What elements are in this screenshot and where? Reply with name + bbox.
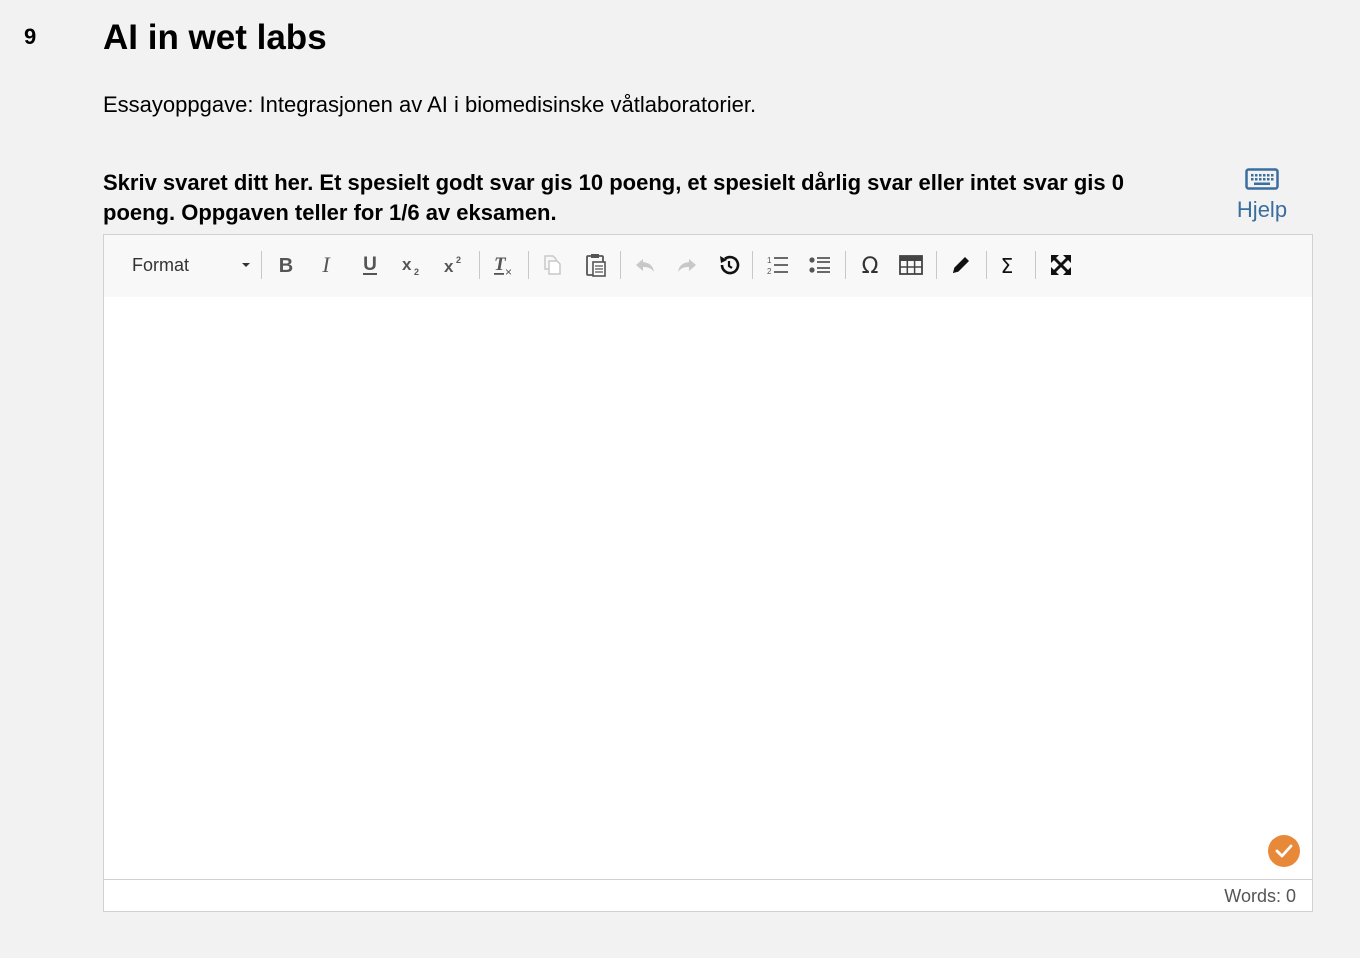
restore-button[interactable] (714, 250, 744, 280)
special-character-button[interactable]: Ω (855, 250, 885, 280)
paste-icon (586, 254, 606, 277)
question-number: 9 (24, 24, 37, 49)
bold-button[interactable]: B (272, 250, 300, 280)
superscript-icon: x2 (444, 255, 461, 276)
toolbar-separator (479, 251, 480, 279)
svg-text:×: × (505, 265, 512, 278)
superscript-button[interactable]: x2 (440, 250, 468, 280)
underline-icon: U (363, 254, 377, 275)
sigma-icon: Σ (1001, 254, 1014, 277)
svg-text:2: 2 (767, 267, 772, 276)
format-label: Format (132, 254, 190, 275)
redo-icon (678, 259, 696, 272)
undo-button[interactable] (630, 250, 660, 280)
toolbar-separator (1035, 251, 1036, 279)
maximize-button[interactable] (1046, 250, 1076, 280)
history-icon (720, 255, 740, 275)
editor-status-bar: Words: 0 (104, 879, 1312, 911)
toolbar-separator (936, 251, 937, 279)
format-dropdown[interactable]: Format (124, 250, 254, 280)
paste-button[interactable] (582, 250, 610, 280)
editor-content-area[interactable] (104, 297, 1312, 879)
draw-button[interactable] (946, 250, 976, 280)
remove-format-icon: T × (494, 254, 512, 278)
help-button[interactable]: Hjelp (1232, 168, 1292, 223)
subscript-icon: x2 (402, 255, 419, 277)
italic-icon: I (321, 254, 331, 276)
maximize-icon (1051, 255, 1071, 275)
svg-text:2: 2 (414, 267, 419, 277)
bold-icon: B (279, 255, 293, 276)
pencil-icon (953, 257, 969, 273)
toolbar-separator (528, 251, 529, 279)
svg-text:Ω: Ω (862, 254, 879, 278)
question-description: Essayoppgave: Integrasjonen av AI i biom… (103, 92, 757, 117)
bulleted-list-icon (809, 257, 830, 273)
redo-button[interactable] (672, 250, 702, 280)
toolbar-separator (986, 251, 987, 279)
svg-text:Σ: Σ (1001, 254, 1014, 277)
omega-icon: Ω (862, 254, 879, 278)
chevron-down-icon (242, 263, 250, 267)
bulleted-list-button[interactable] (806, 250, 834, 280)
toolbar-separator (845, 251, 846, 279)
keyboard-icon (1232, 168, 1292, 195)
answer-instructions: Skriv svaret ditt her. Et spesielt godt … (103, 170, 1124, 225)
svg-text:U: U (363, 254, 377, 275)
check-icon (1268, 835, 1300, 867)
italic-button[interactable]: I (312, 250, 340, 280)
toolbar-separator (752, 251, 753, 279)
underline-button[interactable]: U (356, 250, 384, 280)
undo-icon (636, 259, 654, 272)
word-count: Words: 0 (1224, 886, 1296, 906)
svg-text:1: 1 (767, 256, 772, 265)
remove-format-button[interactable]: T × (489, 250, 519, 280)
help-label: Hjelp (1236, 197, 1288, 222)
rich-text-editor: Format B I U x2 x2 T × 1 2 Ω Σ Words: 0 (103, 234, 1313, 912)
toolbar-separator (620, 251, 621, 279)
numbered-list-button[interactable]: 12 (764, 250, 792, 280)
math-button[interactable]: Σ (994, 250, 1020, 280)
question-title: AI in wet labs (103, 18, 327, 57)
copy-button[interactable] (538, 250, 566, 280)
toolbar-separator (261, 251, 262, 279)
svg-text:x: x (444, 257, 454, 276)
numbered-list-icon: 12 (767, 256, 788, 276)
svg-text:B: B (279, 255, 293, 276)
table-icon (899, 255, 923, 275)
copy-icon (544, 255, 561, 275)
svg-text:I: I (321, 254, 331, 276)
svg-text:2: 2 (456, 255, 461, 265)
svg-text:x: x (402, 255, 412, 274)
table-button[interactable] (896, 250, 926, 280)
subscript-button[interactable]: x2 (398, 250, 426, 280)
editor-toolbar: Format B I U x2 x2 T × 1 2 Ω Σ (104, 235, 1312, 298)
